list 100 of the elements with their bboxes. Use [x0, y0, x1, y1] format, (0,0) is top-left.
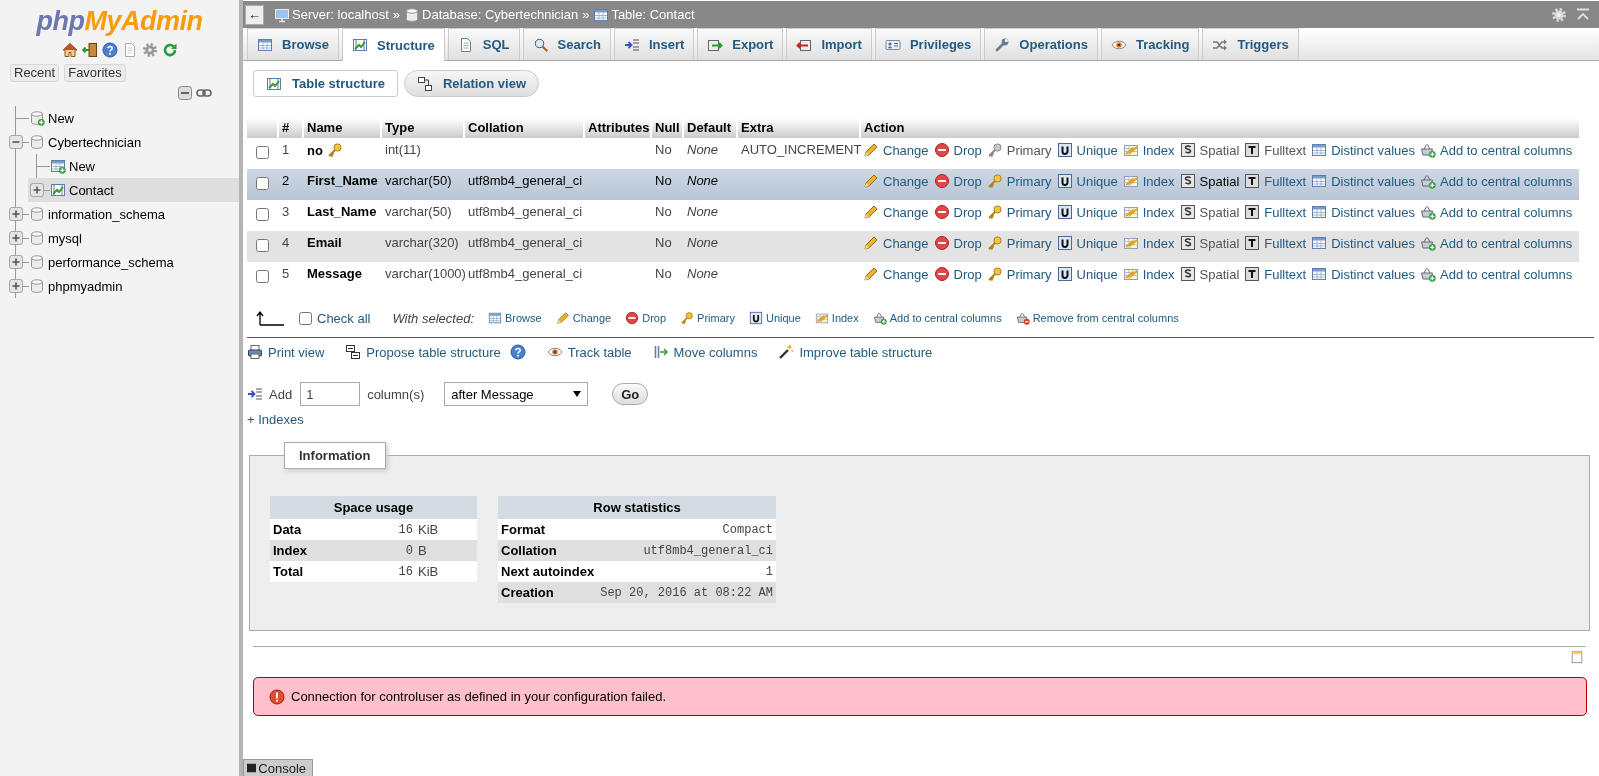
tree-link[interactable]: Contact [69, 182, 114, 198]
row-checkbox[interactable] [255, 208, 269, 221]
plus-box-icon[interactable] [9, 279, 23, 293]
fulltext-link[interactable]: Fulltext [1244, 204, 1307, 220]
row-checkbox[interactable] [255, 270, 269, 283]
fulltext-link[interactable]: Fulltext [1244, 266, 1307, 282]
nav-button[interactable]: Favorites [64, 64, 126, 82]
breadcrumb-link[interactable]: Server: localhost [274, 6, 389, 23]
nav-button[interactable]: Recent [10, 64, 60, 82]
table-cell: Data [270, 519, 367, 540]
tab[interactable]: Privileges [874, 28, 982, 60]
primary-link[interactable]: Primary [986, 266, 1052, 282]
breadcrumb-link[interactable]: Table: Contact [593, 6, 695, 23]
distinct-values-link[interactable]: Distinct values [1311, 142, 1415, 158]
index-link[interactable]: Index [1122, 142, 1175, 158]
tab[interactable]: Triggers [1202, 28, 1299, 60]
tab[interactable]: Search [522, 28, 611, 60]
indexes-toggle-link[interactable]: + Indexes [247, 412, 304, 427]
drop-link[interactable]: Drop [933, 204, 982, 220]
position-select[interactable]: after Message [444, 382, 589, 406]
distinct-values-link[interactable]: Distinct values [1311, 204, 1415, 220]
primary-link[interactable]: Primary [986, 173, 1052, 189]
primary-link[interactable]: Primary [986, 204, 1052, 220]
subtab[interactable]: Table structure [253, 70, 398, 97]
index-link[interactable]: Index [1122, 266, 1175, 282]
print-view-link[interactable]: Print view [247, 344, 325, 360]
fulltext-link[interactable]: Fulltext [1244, 235, 1307, 251]
improve-structure-link[interactable]: Improve table structure [778, 344, 933, 360]
index-link[interactable]: Index [1122, 173, 1175, 189]
unique-link[interactable]: Unique [1056, 266, 1118, 282]
drop-link[interactable]: Drop [933, 235, 982, 251]
breadcrumb-link[interactable]: Database: Cybertechnician [404, 6, 579, 23]
index-link[interactable]: Index [1122, 204, 1175, 220]
change-link[interactable]: Change [863, 142, 929, 158]
tab[interactable]: SQL [447, 28, 520, 60]
u-square-icon [1056, 235, 1073, 251]
tree-link[interactable]: mysql [48, 230, 82, 246]
change-link[interactable]: Change [863, 204, 929, 220]
distinct-values-link[interactable]: Distinct values [1311, 173, 1415, 189]
plus-box-icon[interactable] [30, 183, 44, 197]
tab[interactable]: Structure [341, 28, 445, 61]
change-link[interactable]: Change [863, 235, 929, 251]
row-checkbox[interactable] [255, 239, 269, 252]
drop-link[interactable]: Drop [933, 266, 982, 282]
change-link[interactable]: Change [863, 266, 929, 282]
remove-from-central-link[interactable]: Remove from central columns [1015, 311, 1179, 325]
monitor-icon [274, 6, 290, 23]
row-checkbox[interactable] [255, 177, 269, 190]
primary-link[interactable]: Primary [680, 311, 735, 325]
primary-link[interactable]: Primary [986, 235, 1052, 251]
plus-box-icon[interactable] [9, 255, 23, 269]
unique-link[interactable]: Unique [1056, 142, 1118, 158]
tab[interactable]: Tracking [1100, 28, 1200, 60]
check-all-label[interactable]: Check all [317, 310, 371, 326]
tree-link[interactable]: performance_schema [48, 254, 174, 270]
unique-link[interactable]: Unique [1056, 235, 1118, 251]
add-to-central-link[interactable]: Add to central columns [872, 311, 1002, 325]
drop-link[interactable]: Drop [933, 173, 982, 189]
add-to-central-link[interactable]: Add to central columns [1420, 142, 1573, 158]
console-tab[interactable]: Console [243, 759, 313, 776]
add-to-central-link[interactable]: Add to central columns [1420, 235, 1573, 251]
tree-link[interactable]: Cybertechnician [48, 134, 142, 150]
tree-link[interactable]: information_schema [48, 206, 166, 222]
distinct-values-link[interactable]: Distinct values [1311, 266, 1415, 282]
fulltext-link[interactable]: Fulltext [1244, 173, 1307, 189]
row-checkbox[interactable] [255, 146, 269, 159]
tab[interactable]: Import [786, 28, 872, 60]
check-all-checkbox[interactable] [299, 311, 312, 325]
subtab[interactable]: Relation view [403, 70, 540, 97]
minus-box-icon[interactable] [9, 135, 23, 149]
unique-link[interactable]: Unique [1056, 173, 1118, 189]
browse-link[interactable]: Browse [488, 311, 542, 325]
drop-link[interactable]: Drop [625, 311, 667, 325]
track-table-link[interactable]: Track table [546, 344, 632, 360]
unique-link[interactable]: Unique [748, 311, 801, 325]
drop-link[interactable]: Drop [933, 142, 982, 158]
propose-structure-link[interactable]: Propose table structure [345, 344, 501, 360]
move-columns-link[interactable]: Move columns [652, 344, 758, 360]
plus-box-icon[interactable] [9, 207, 23, 221]
logo[interactable]: phpMyAdmin [36, 6, 203, 36]
add-to-central-link[interactable]: Add to central columns [1420, 204, 1573, 220]
plus-box-icon[interactable] [9, 231, 23, 245]
tree-link[interactable]: New [48, 110, 74, 126]
tab[interactable]: Browse [247, 28, 339, 60]
tree-link[interactable]: New [69, 158, 95, 174]
tab[interactable]: Export [697, 28, 784, 60]
tab[interactable]: Operations [984, 28, 1098, 60]
index-link[interactable]: Index [1122, 235, 1175, 251]
tree-link[interactable]: phpmyadmin [48, 278, 123, 294]
distinct-values-link[interactable]: Distinct values [1311, 235, 1415, 251]
go-button[interactable]: Go [612, 383, 649, 405]
change-link[interactable]: Change [555, 311, 612, 325]
index-link[interactable]: Index [814, 311, 859, 325]
add-to-central-link[interactable]: Add to central columns [1420, 173, 1573, 189]
change-link[interactable]: Change [863, 173, 929, 189]
back-button[interactable]: ← [245, 4, 264, 25]
tab[interactable]: Insert [613, 28, 695, 60]
add-to-central-link[interactable]: Add to central columns [1420, 266, 1573, 282]
column-count-field[interactable]: 1 [300, 382, 361, 406]
unique-link[interactable]: Unique [1056, 204, 1118, 220]
